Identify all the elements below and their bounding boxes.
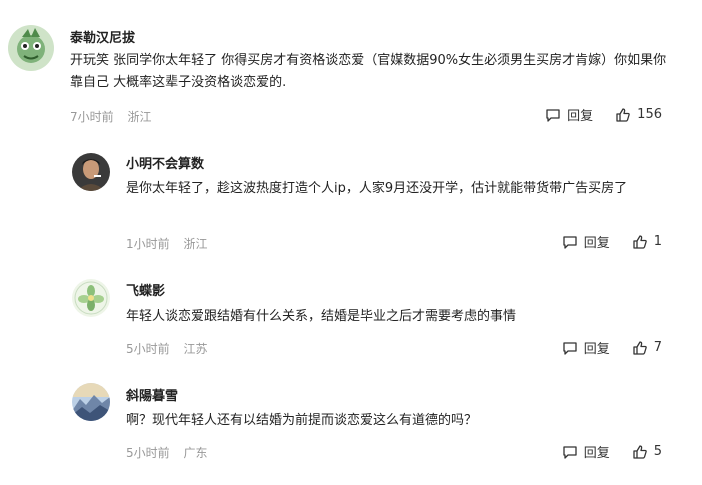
- reply-label: 回复: [583, 446, 610, 461]
- reply-button[interactable]: 回复: [562, 232, 610, 251]
- thumbs-up-icon: [633, 234, 647, 249]
- like-button[interactable]: 5: [632, 444, 662, 460]
- reply-meta: 1小时前 浙江: [126, 235, 217, 252]
- like-count: 5: [653, 444, 662, 459]
- reply-actions: 回复 7: [540, 338, 662, 357]
- reply-meta: 5小时前 江苏: [126, 340, 217, 357]
- reply-location: 江苏: [183, 342, 208, 356]
- reply-item: 斜陽暮雪 啊？现代年轻人还有以结婚为前提而谈恋爱这么有道德的吗？ 5小时前 广东…: [0, 367, 702, 485]
- reply-button[interactable]: 回复: [562, 442, 610, 461]
- reply-text: 年轻人谈恋爱跟结婚有什么关系，结婚是毕业之后才需要考虑的事情: [126, 309, 517, 324]
- reply-label: 回复: [583, 342, 610, 357]
- comment-location: 浙江: [127, 110, 152, 124]
- mountain-landscape-avatar-icon[interactable]: [72, 383, 110, 421]
- reply-label: 回复: [583, 236, 610, 251]
- reply-icon: [563, 235, 577, 249]
- like-button[interactable]: 7: [632, 340, 662, 356]
- like-count: 1: [653, 234, 662, 249]
- reply-text: 是你太年轻了，趁这波热度打造个人ip，人家9月还没开学，估计就能带货带广告买房了: [126, 181, 628, 196]
- reply-icon: [563, 445, 577, 459]
- green-cartoon-avatar-icon[interactable]: [8, 25, 54, 71]
- reply-username[interactable]: 斜陽暮雪: [126, 385, 178, 404]
- comment-meta: 7小时前 浙江: [70, 108, 161, 125]
- reply-actions: 回复 5: [540, 442, 662, 461]
- reply-username[interactable]: 小明不会算数: [126, 153, 204, 172]
- reply-icon: [563, 341, 577, 355]
- like-count: 7: [653, 340, 662, 355]
- comment-text: 开玩笑 张同学你太年轻了 你得买房才有资格谈恋爱（官媒数据90%女生必须男生买房…: [70, 53, 667, 90]
- thumbs-up-icon: [633, 444, 647, 459]
- reply-time: 5小时前: [126, 446, 170, 460]
- reply-location: 浙江: [183, 237, 208, 251]
- reply-location: 广东: [183, 446, 208, 460]
- reply-button[interactable]: 回复: [562, 338, 610, 357]
- comment-item: 泰勒汉尼拔 开玩笑 张同学你太年轻了 你得买房才有资格谈恋爱（官媒数据90%女生…: [0, 0, 702, 135]
- like-button[interactable]: 156: [615, 107, 662, 123]
- reply-time: 5小时前: [126, 342, 170, 356]
- reply-username[interactable]: 飞蝶影: [126, 280, 165, 299]
- reply-time: 1小时前: [126, 237, 170, 251]
- man-portrait-avatar-icon[interactable]: [72, 153, 110, 191]
- comment-actions: 回复 156: [523, 105, 662, 124]
- reply-icon: [546, 108, 560, 122]
- reply-actions: 回复 1: [540, 232, 662, 251]
- reply-item: 飞蝶影 年轻人谈恋爱跟结婚有什么关系，结婚是毕业之后才需要考虑的事情 5小时前 …: [0, 255, 702, 367]
- comment-username[interactable]: 泰勒汉尼拔: [70, 27, 135, 46]
- like-count: 156: [637, 107, 662, 122]
- reply-meta: 5小时前 广东: [126, 444, 217, 461]
- reply-button[interactable]: 回复: [545, 105, 593, 124]
- thumbs-up-icon: [616, 107, 630, 122]
- reply-text: 啊？现代年轻人还有以结婚为前提而谈恋爱这么有道德的吗？: [126, 413, 478, 428]
- thumbs-up-icon: [633, 340, 647, 355]
- like-button[interactable]: 1: [632, 234, 662, 250]
- comment-time: 7小时前: [70, 110, 114, 124]
- green-flower-avatar-icon[interactable]: [72, 279, 110, 317]
- reply-item: 小明不会算数 是你太年轻了，趁这波热度打造个人ip，人家9月还没开学，估计就能带…: [0, 135, 702, 255]
- reply-label: 回复: [567, 109, 594, 124]
